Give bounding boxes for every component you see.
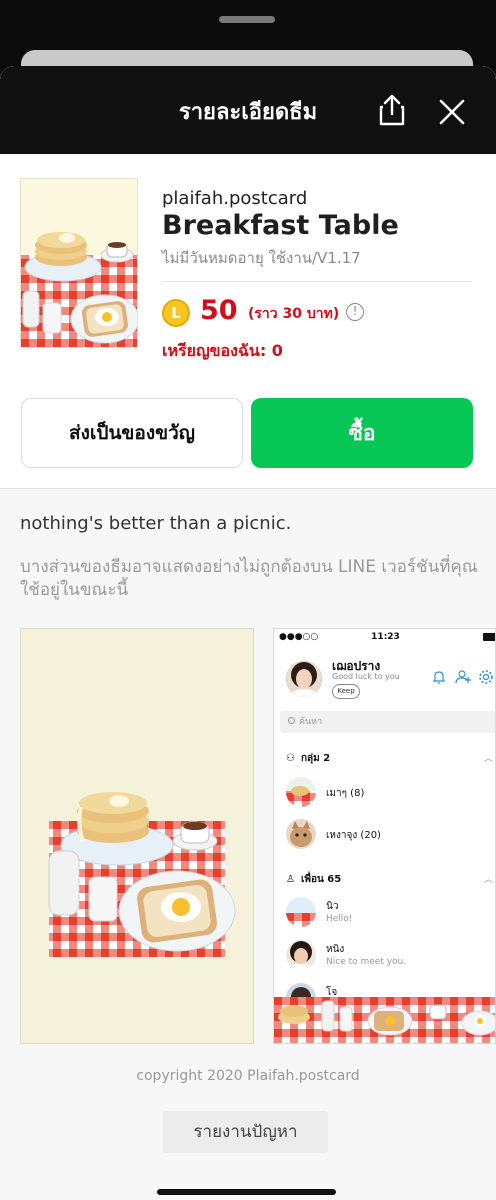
search-input[interactable]: ค้นหา [280,711,495,733]
info-icon[interactable]: ! [346,303,364,321]
friend-name[interactable]: หนิง [326,942,344,957]
compatibility-notice: บางส่วนของธีมอาจแสดงอย่างไม่ถูกต้องบน LI… [20,557,478,600]
search-placeholder: ค้นหา [299,717,323,727]
section-divider [0,488,496,489]
profile-avatar [286,661,322,697]
friend-message: Hello! [326,914,353,924]
bell-icon[interactable] [431,669,447,685]
friend-message: Nice to meet you. [326,957,407,967]
preview-friends-screen[interactable]: ●●●○○ 11:23 เฌอปราง Good luck to you Kee… [273,628,496,1044]
status-bar: ●●●○○ 11:23 [274,629,495,645]
theme-title: Breakfast Table [162,210,399,241]
group-avatar [286,819,316,849]
report-problem-button[interactable]: รายงานปัญหา [163,1111,328,1153]
search-icon [288,717,295,724]
buy-button[interactable]: ซื้อ [251,398,473,468]
theme-description: nothing's better than a picnic. [20,513,292,534]
group-name[interactable]: เหงาจุง (20) [326,828,381,843]
friend-icon: ♙ [286,874,295,885]
coin-letter: L [171,304,181,322]
gear-icon[interactable] [478,669,494,685]
sheet-header: รายละเอียดธีม [0,66,496,154]
header-title: รายละเอียดธีม [178,100,318,125]
chevron-up-icon[interactable]: ︿ [484,751,493,764]
keep-button[interactable]: Keep [332,684,360,699]
group-icon: ⚇ [286,753,295,764]
groups-header[interactable]: ⚇ กลุ่ม 2 [286,751,330,766]
grab-handle[interactable] [219,16,275,23]
theme-info-panel: plaifah.postcard Breakfast Table ไม่มีวั… [0,154,496,488]
theme-author[interactable]: plaifah.postcard [162,188,307,209]
price-approx: (ราว 30 บาท) [248,306,340,322]
copyright-text: copyright 2020 Plaifah.postcard [136,1068,360,1084]
send-as-gift-button[interactable]: ส่งเป็นของขวัญ [21,398,243,468]
preview-background-image[interactable] [20,628,254,1044]
battery-icon [483,633,495,641]
theme-thumbnail[interactable] [20,178,138,348]
friends-header-label: เพื่อน 65 [300,874,342,885]
breakfast-illustration [21,232,137,347]
groups-header-label: กลุ่ม 2 [300,753,331,764]
line-coin-icon: L [162,299,190,327]
friend-avatar [286,897,316,927]
share-icon[interactable] [374,92,410,128]
breakfast-illustration [48,792,236,957]
price-value: 50 [200,295,238,326]
friend-avatar [286,940,316,970]
status-time: 11:23 [371,632,400,642]
theme-tab-bar-artwork [274,997,495,1043]
profile-status: Good luck to you [332,672,400,681]
theme-validity: ไม่มีวันหมดอายุ ใช้งาน/V1.17 [162,249,361,267]
theme-detail-sheet: รายละเอียดธีม plaifah.postcard Breakfast… [0,66,496,1200]
divider [162,281,472,282]
chevron-up-icon[interactable]: ︿ [484,872,493,885]
add-friend-icon[interactable] [455,669,471,685]
home-indicator [157,1189,336,1195]
group-name[interactable]: เมาๆ (8) [326,786,364,801]
friends-header[interactable]: ♙ เพื่อน 65 [286,872,341,887]
my-coins: เหรียญของฉัน: 0 [162,341,283,360]
close-icon[interactable] [434,94,470,130]
friend-name[interactable]: นิว [326,899,338,914]
group-avatar [286,777,316,807]
